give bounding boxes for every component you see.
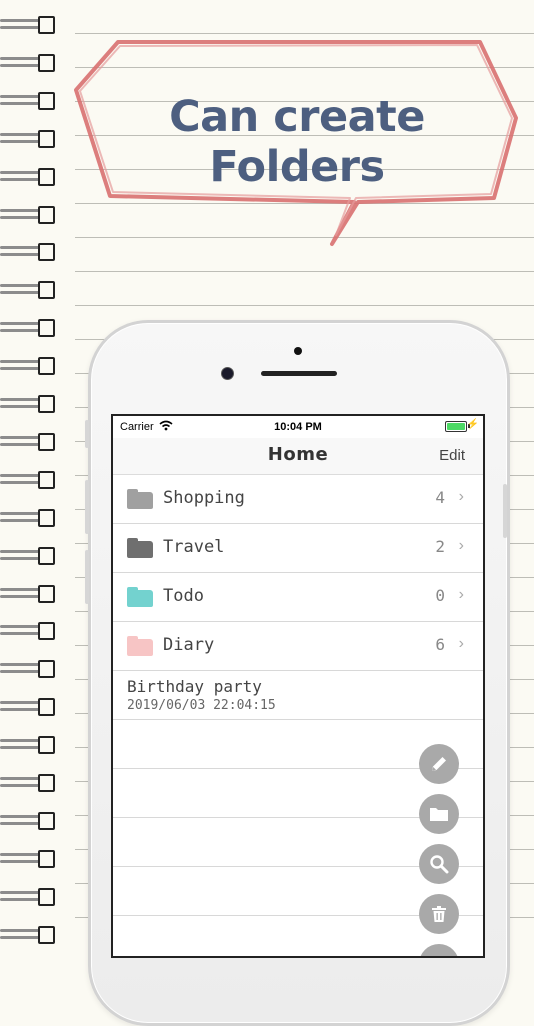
binding-ring <box>0 468 58 490</box>
binding-ring <box>0 89 58 111</box>
folder-icon <box>430 808 448 821</box>
folder-count: 2 <box>435 537 445 556</box>
chevron-right-icon: › <box>458 537 464 554</box>
status-time: 10:04 PM <box>274 421 322 433</box>
delete-button[interactable] <box>419 894 459 934</box>
note-title: Birthday party <box>127 677 262 696</box>
more-button[interactable] <box>419 944 459 956</box>
chevron-right-icon: › <box>458 586 464 603</box>
chevron-right-icon: › <box>458 488 464 505</box>
note-date: 2019/06/03 22:04:15 <box>127 698 276 713</box>
folder-count: 0 <box>435 586 445 605</box>
folder-icon <box>127 587 153 607</box>
folder-name: Todo <box>163 586 204 606</box>
binding-ring <box>0 203 58 225</box>
folder-name: Shopping <box>163 488 245 508</box>
binding-ring <box>0 240 58 262</box>
binding-ring <box>0 657 58 679</box>
folder-row-todo[interactable]: Todo 0 › <box>113 573 483 622</box>
binding-ring <box>0 354 58 376</box>
folder-row-diary[interactable]: Diary 6 › <box>113 622 483 671</box>
trash-icon <box>432 906 446 922</box>
binding-ring <box>0 733 58 755</box>
search-button[interactable] <box>419 844 459 884</box>
folder-name: Travel <box>163 537 225 557</box>
power-button <box>503 484 507 538</box>
binding-ring <box>0 392 58 414</box>
binding-ring <box>0 51 58 73</box>
spiral-binding <box>0 0 60 950</box>
folder-row-travel[interactable]: Travel 2 › <box>113 524 483 573</box>
new-note-button[interactable] <box>419 744 459 784</box>
folder-icon <box>127 489 153 509</box>
binding-ring <box>0 885 58 907</box>
new-folder-button[interactable] <box>419 794 459 834</box>
binding-ring <box>0 506 58 528</box>
folder-count: 6 <box>435 635 445 654</box>
folder-name: Diary <box>163 635 215 655</box>
proximity-sensor <box>294 347 302 355</box>
navigation-bar: Home Edit <box>113 438 483 475</box>
folder-row-shopping[interactable]: Shopping 4 › <box>113 475 483 524</box>
nav-title: Home <box>267 444 329 465</box>
note-row[interactable]: Birthday party 2019/06/03 22:04:15 <box>113 671 483 720</box>
binding-ring <box>0 582 58 604</box>
battery-icon <box>445 421 467 432</box>
volume-down-button <box>85 550 89 604</box>
search-icon <box>430 855 449 874</box>
mute-switch <box>85 420 89 448</box>
chevron-right-icon: › <box>458 635 464 652</box>
front-camera <box>221 367 234 380</box>
binding-ring <box>0 771 58 793</box>
edit-button[interactable]: Edit <box>439 447 465 464</box>
binding-ring <box>0 127 58 149</box>
folder-count: 4 <box>435 488 445 507</box>
app-screen: Carrier 10:04 PM ⚡ Home Edit Shopping 4 … <box>111 414 485 958</box>
binding-ring <box>0 923 58 945</box>
headline: Can create Folders <box>169 92 425 192</box>
status-bar: Carrier 10:04 PM ⚡ <box>113 416 483 438</box>
binding-ring <box>0 278 58 300</box>
binding-ring <box>0 13 58 35</box>
binding-ring <box>0 544 58 566</box>
binding-ring <box>0 809 58 831</box>
volume-up-button <box>85 480 89 534</box>
binding-ring <box>0 430 58 452</box>
binding-ring <box>0 695 58 717</box>
folder-icon <box>127 636 153 656</box>
binding-ring <box>0 165 58 187</box>
earpiece-speaker <box>261 371 337 376</box>
folder-icon <box>127 538 153 558</box>
binding-ring <box>0 316 58 338</box>
charging-icon: ⚡ <box>466 419 479 430</box>
pencil-icon <box>432 757 446 771</box>
binding-ring <box>0 847 58 869</box>
binding-ring <box>0 619 58 641</box>
